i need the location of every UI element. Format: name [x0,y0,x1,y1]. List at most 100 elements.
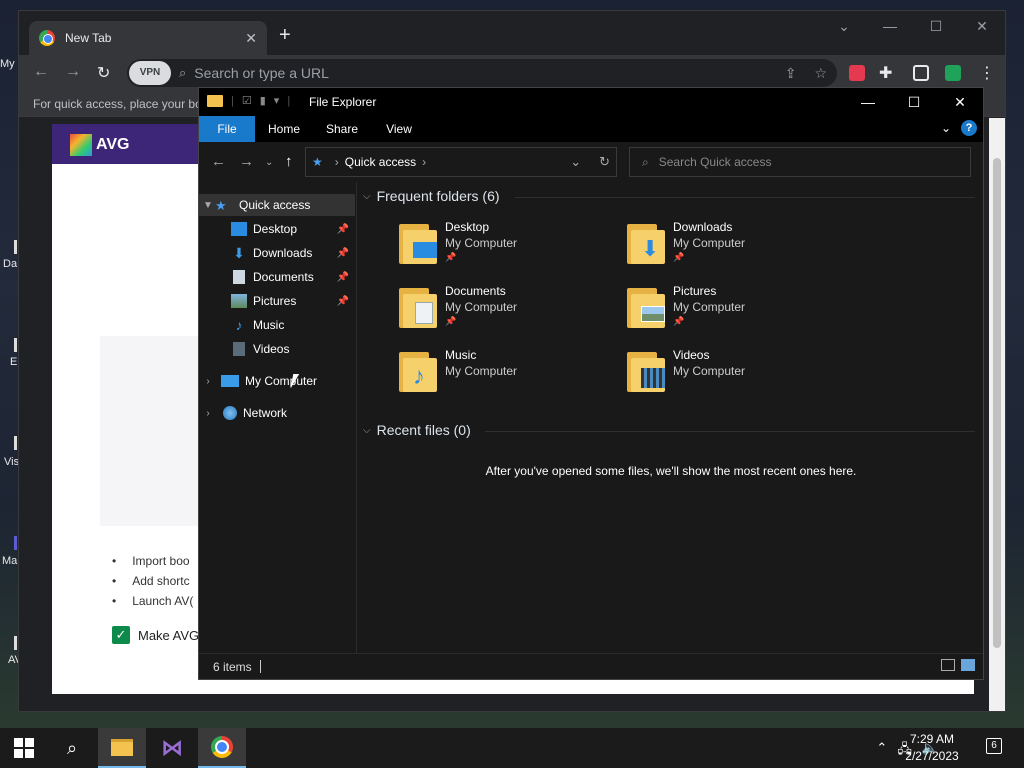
nav-label: Network [243,406,288,420]
maximize-button[interactable]: ☐ [891,88,937,116]
desktop-icon[interactable] [14,536,17,550]
computer-icon [221,375,239,387]
reload-icon[interactable]: ↻ [97,63,110,83]
folder-tile-downloads[interactable]: ⬇ Downloads My Computer 📌 [627,220,847,280]
nav-item-quick-access[interactable]: ▼ ★ Quick access [199,194,355,216]
nav-item-desktop[interactable]: Desktop 📌 [199,218,355,240]
help-icon[interactable]: ? [961,120,977,136]
large-icons-view-icon[interactable] [961,659,975,671]
folder-tile-documents[interactable]: Documents My Computer 📌 [399,284,619,344]
desktop-icon[interactable] [14,636,17,650]
close-button[interactable]: ✕ [937,88,983,116]
nav-item-pictures[interactable]: Pictures 📌 [199,290,355,312]
expand-ribbon-icon[interactable]: ⌄ [941,121,951,135]
nav-item-documents[interactable]: Documents 📌 [199,266,355,288]
group-title: Recent files (0) [376,422,471,438]
tile-location: My Computer [445,364,518,378]
page-scrollbar[interactable] [989,118,1005,711]
details-view-icon[interactable] [941,659,955,671]
customize-toolbar-icon[interactable]: ▾ [274,94,280,107]
avg-logo: AVG [70,134,129,156]
address-bar[interactable]: VPN ⌕ Search or type a URL ⇪ ☆ [127,59,837,87]
tile-location: My Computer [445,300,518,314]
folder-icon [627,352,665,392]
address-bar[interactable]: ★ › Quick access › ⌄ ↻ [305,147,617,177]
search-input[interactable]: ⌕ Search Quick access [629,147,971,177]
tab-file[interactable]: File [199,116,255,142]
folder-tile-videos[interactable]: Videos My Computer [627,348,847,408]
extension-shield-icon[interactable] [945,65,961,81]
recent-files-header[interactable]: ⌵ Recent files (0) [363,422,471,438]
share-icon[interactable]: ⇪ [785,65,797,82]
desktop-icon[interactable] [14,338,17,352]
address-row: ← → ⌄ ↑ ★ › Quick access › ⌄ ↻ ⌕ Search … [199,142,983,182]
avg-illustration [100,336,210,526]
chevron-right-icon[interactable]: › [199,408,217,419]
tile-name: Documents [445,284,506,298]
nav-item-network[interactable]: › Network [199,402,355,424]
nav-item-music[interactable]: ♪ Music [199,314,355,336]
nav-item-downloads[interactable]: ⬇ Downloads 📌 [199,242,355,264]
tab-view[interactable]: View [375,116,423,142]
nav-item-videos[interactable]: Videos [199,338,355,360]
chevron-up-icon[interactable]: ⌃ [876,740,887,762]
chevron-right-icon[interactable]: › [199,376,217,387]
back-icon[interactable]: ← [33,63,49,81]
properties-icon[interactable]: ☑ [242,94,252,107]
folder-icon [399,224,437,264]
nav-item-my-computer[interactable]: › My Computer [199,370,355,392]
chrome-tab[interactable]: New Tab ✕ [29,21,267,55]
tab-home[interactable]: Home [259,116,309,142]
desktop-icon-label[interactable]: My [0,58,20,70]
window-title: File Explorer [309,95,377,109]
maximize-button[interactable]: ☐ [913,11,959,43]
taskbar-visual-studio[interactable]: ⋈ [148,728,196,768]
extensions-puzzle-icon[interactable]: ✚ [879,63,892,83]
pin-icon: 📌 [336,295,349,307]
search-button[interactable]: ⌕ [48,728,96,768]
clock-time: 7:29 AM [909,732,955,746]
vpn-badge[interactable]: VPN [129,61,171,85]
folder-tile-desktop[interactable]: Desktop My Computer 📌 [399,220,619,280]
forward-icon[interactable]: → [65,63,81,81]
list-item: Launch AV( [112,594,193,614]
folder-tile-pictures[interactable]: Pictures My Computer 📌 [627,284,847,344]
notification-center-icon[interactable]: 6 [986,738,1002,754]
chevron-down-icon[interactable]: ⌵ [363,191,371,202]
checkmark-icon[interactable]: ✓ [112,626,130,644]
tab-close-icon[interactable]: ✕ [245,30,257,47]
chrome-tab-strip: New Tab ✕ + ⌄ — ☐ ✕ [19,11,1005,55]
clock[interactable]: 7:29 AM 2/27/2023 [896,731,968,765]
minimize-button[interactable]: — [867,11,913,43]
up-icon[interactable]: ↑ [285,153,293,170]
taskbar-file-explorer[interactable] [98,728,146,768]
desktop-icon[interactable] [14,240,17,254]
new-folder-icon[interactable]: ▮ [260,94,266,107]
recent-locations-icon[interactable]: ⌄ [265,157,273,168]
close-button[interactable]: ✕ [959,11,1005,43]
extension-lock-icon[interactable] [849,65,865,81]
nav-label: Documents [253,270,314,284]
bookmark-star-icon[interactable]: ☆ [814,65,827,82]
tab-share[interactable]: Share [319,116,365,142]
address-placeholder[interactable]: Search or type a URL [194,65,784,81]
address-dropdown-icon[interactable]: ⌄ [570,154,581,170]
folder-tile-music[interactable]: ♪ Music My Computer [399,348,619,408]
tab-search-icon[interactable]: ⌄ [821,11,867,43]
back-icon[interactable]: ← [211,153,226,170]
forward-icon[interactable]: → [239,153,254,170]
minimize-button[interactable]: — [845,88,891,116]
refresh-icon[interactable]: ↻ [599,154,610,170]
make-default-checkbox[interactable]: ✓ Make AVG [112,626,199,644]
chrome-menu-icon[interactable]: ⋮ [979,63,995,83]
taskbar-chrome[interactable] [198,728,246,768]
chevron-down-icon[interactable]: ⌵ [363,425,371,436]
frequent-folders-header[interactable]: ⌵ Frequent folders (6) [363,188,500,204]
new-tab-button[interactable]: + [279,25,291,45]
side-panel-icon[interactable] [913,65,929,81]
desktop-icon[interactable] [14,436,17,450]
ribbon-tabs: File Home Share View ⌄ ? [199,116,983,142]
breadcrumb-quick-access[interactable]: Quick access [345,155,416,169]
scrollbar-thumb[interactable] [993,158,1001,648]
start-button[interactable] [0,728,48,768]
